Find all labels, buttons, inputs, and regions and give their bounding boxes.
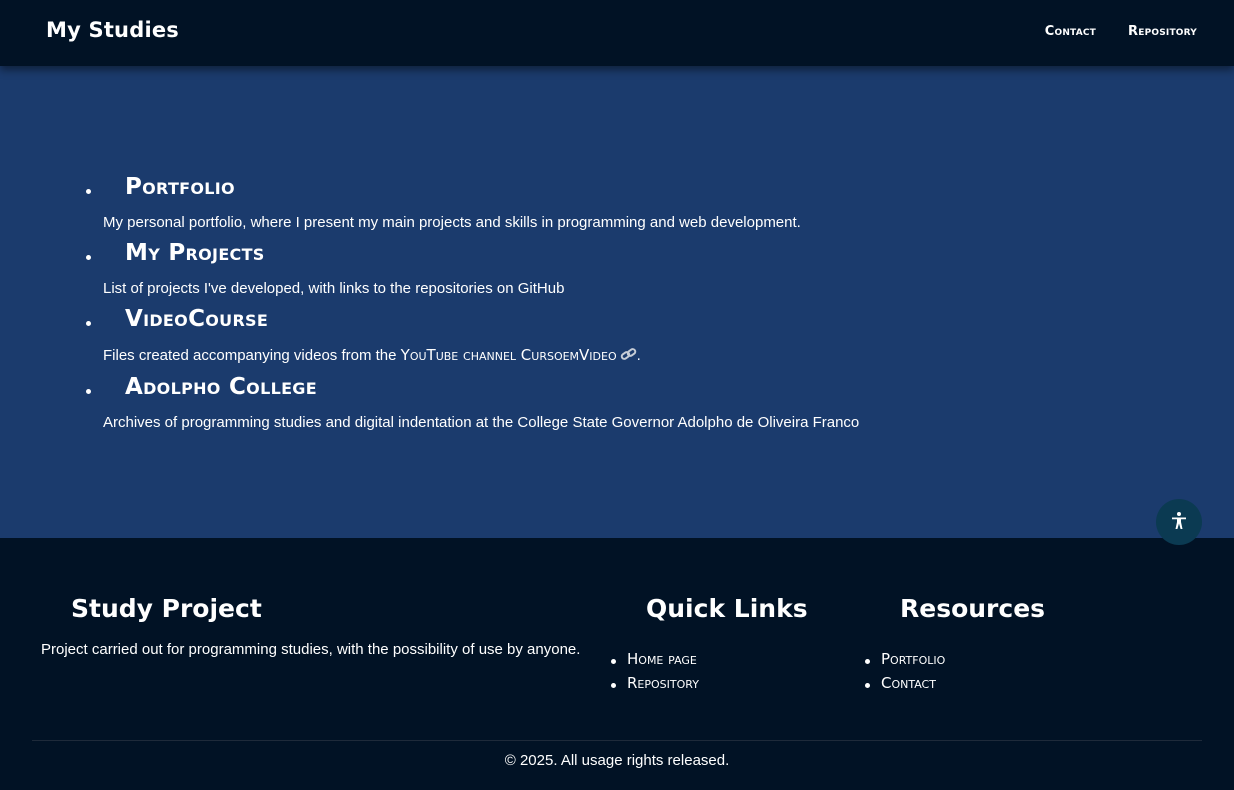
study-description: List of projects I've developed, with li… [103, 280, 565, 297]
nav-link-repository[interactable]: Repository [1128, 24, 1197, 39]
list-item: Portfolio [865, 650, 945, 674]
footer-link-contact[interactable]: Contact [881, 674, 936, 692]
study-item-my-projects: My Projects List of projects I've develo… [86, 240, 1086, 306]
footer-quick-links-list: Home page Repository [611, 650, 699, 698]
footer-about-title: Study Project [71, 594, 262, 623]
list-bullet [86, 189, 91, 194]
footer-resources-list: Portfolio Contact [865, 650, 945, 698]
footer-resources-title: Resources [900, 594, 1046, 623]
study-description: Files created accompanying videos from t… [103, 346, 641, 366]
youtube-channel-link[interactable]: YouTube channel CursoemVideo [401, 346, 637, 364]
copyright-text: © 2025. All usage rights released. [504, 752, 730, 769]
study-item-adolpho-college: Adolpho College Archives of programming … [86, 374, 1086, 440]
list-bullet [86, 321, 91, 326]
nav-link-contact[interactable]: Contact [1045, 24, 1096, 39]
description-prefix: Files created accompanying videos from t… [103, 347, 401, 364]
main-content: Portfolio My personal portfolio, where I… [0, 66, 1234, 538]
site-footer: Study Project Project carried out for pr… [0, 538, 1234, 790]
channel-link-label: YouTube channel CursoemVideo [400, 346, 617, 364]
study-list: Portfolio My personal portfolio, where I… [86, 174, 1086, 440]
study-description: Archives of programming studies and digi… [103, 414, 860, 431]
footer-about-description: Project carried out for programming stud… [41, 641, 581, 658]
footer-link-repository[interactable]: Repository [627, 674, 699, 692]
accessibility-button[interactable] [1156, 499, 1202, 545]
footer-divider [32, 740, 1202, 741]
list-item: Contact [865, 674, 945, 698]
footer-link-portfolio[interactable]: Portfolio [881, 650, 945, 668]
list-bullet [86, 389, 91, 394]
link-chain-icon [620, 347, 637, 366]
accessibility-person-icon [1169, 511, 1189, 534]
list-item: Home page [611, 650, 699, 674]
footer-quick-links-title: Quick Links [646, 594, 808, 623]
study-title-link[interactable]: VideoCourse [125, 306, 268, 332]
study-item-portfolio: Portfolio My personal portfolio, where I… [86, 174, 1086, 240]
site-header: My Studies Contact Repository [0, 0, 1234, 66]
study-title-link[interactable]: My Projects [125, 240, 265, 266]
study-item-videocourse: VideoCourse Files created accompanying v… [86, 306, 1086, 374]
main-nav: Contact Repository [1045, 24, 1197, 39]
study-description: My personal portfolio, where I present m… [103, 214, 801, 231]
study-title-link[interactable]: Adolpho College [125, 374, 317, 400]
description-suffix: . [636, 347, 641, 364]
study-title-link[interactable]: Portfolio [125, 174, 235, 200]
site-brand[interactable]: My Studies [46, 18, 179, 42]
footer-link-home-page[interactable]: Home page [627, 650, 697, 668]
list-bullet [86, 255, 91, 260]
list-item: Repository [611, 674, 699, 698]
